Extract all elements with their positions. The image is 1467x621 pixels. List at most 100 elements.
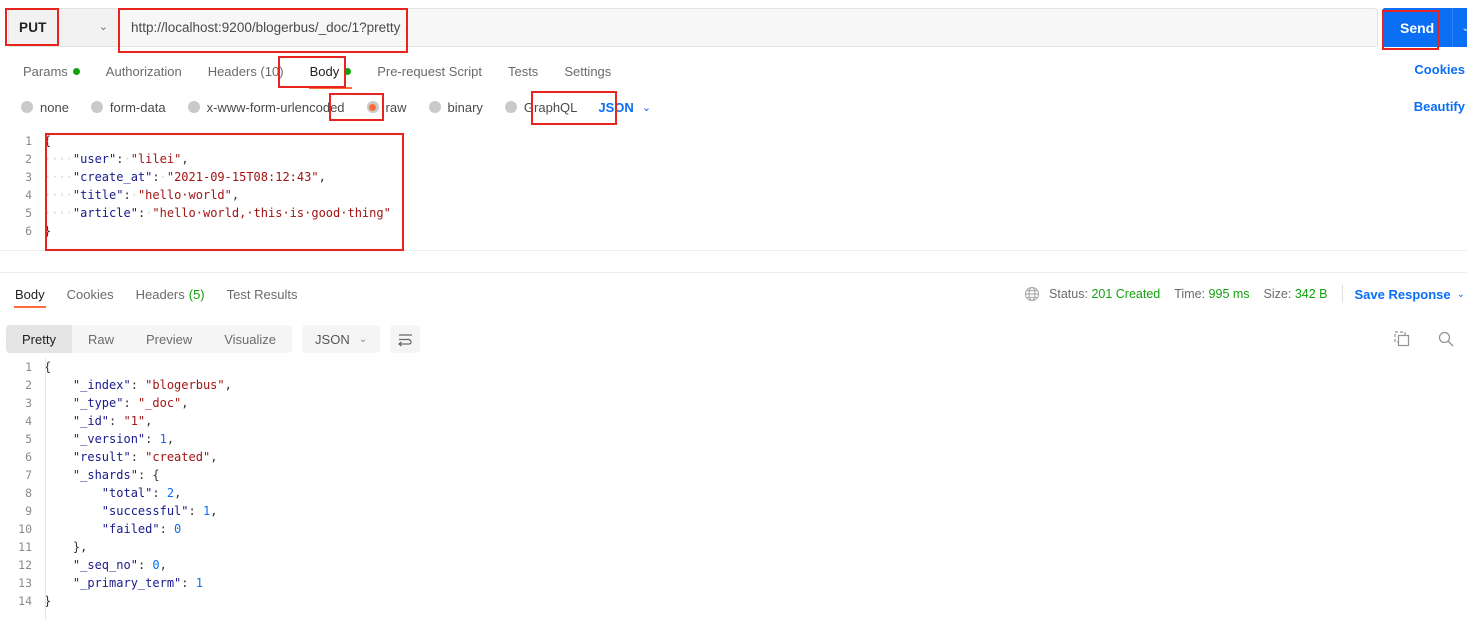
code-line: 5 ····"article":·"hello·world,·this·is·go… bbox=[0, 204, 1467, 222]
copy-icon bbox=[1394, 331, 1410, 347]
radio-none-icon bbox=[21, 101, 33, 113]
body-type-raw[interactable]: raw bbox=[356, 100, 418, 115]
chevron-down-icon: ⌄ bbox=[358, 333, 368, 345]
send-button[interactable]: Send bbox=[1382, 8, 1453, 47]
status-code: Status: 201 Created bbox=[1049, 287, 1160, 301]
code-text: ····"create_at":·"2021-09-15T08:12:43", bbox=[44, 170, 326, 184]
copy-button[interactable] bbox=[1393, 330, 1411, 348]
response-tab-body[interactable]: Body bbox=[4, 280, 56, 308]
view-mode-visualize[interactable]: Visualize bbox=[208, 325, 292, 353]
request-section-divider bbox=[0, 272, 1467, 273]
body-indicator-dot-icon bbox=[344, 67, 352, 75]
url-input[interactable]: http://localhost:9200/blogerbus/_doc/1?p… bbox=[118, 8, 1378, 47]
body-type-none-label: none bbox=[40, 99, 69, 115]
save-response-button[interactable]: Save Response bbox=[1355, 287, 1451, 302]
radio-urlencoded-icon bbox=[187, 101, 200, 113]
code-text: ····"title":·"hello·world", bbox=[44, 188, 240, 202]
code-line: 10 "failed": 0 bbox=[0, 520, 1467, 538]
line-number: 8 bbox=[25, 486, 32, 500]
radio-binary-icon bbox=[428, 101, 441, 113]
send-options-chevron-icon[interactable]: ⌄ bbox=[1452, 8, 1467, 47]
chevron-down-icon: ⌄ bbox=[641, 101, 652, 114]
line-number: 10 bbox=[18, 522, 32, 536]
request-body-editor[interactable]: 1{2 ····"user":·"lilei", 3 ····"create_at":… bbox=[0, 132, 1467, 250]
body-type-form-data-label: form-data bbox=[109, 99, 166, 115]
postman-window: PUT ⌄ http://localhost:9200/blogerbus/_d… bbox=[0, 0, 1467, 621]
body-type-form-data[interactable]: form-data bbox=[80, 100, 177, 115]
tab-headers-label: Headers (10) bbox=[207, 63, 284, 79]
response-format-select[interactable]: JSON ⌄ bbox=[302, 325, 381, 353]
code-line: 8 "total": 2, bbox=[0, 484, 1467, 502]
http-method-select[interactable]: PUT ⌄ bbox=[8, 8, 118, 47]
tab-body[interactable]: Body bbox=[297, 55, 365, 89]
response-view-mode-group: Pretty Raw Preview Visualize bbox=[6, 325, 293, 353]
code-text: "_version": 1, bbox=[72, 432, 175, 446]
time-label: Time: bbox=[1174, 287, 1206, 301]
response-tab-headers[interactable]: Headers (5) bbox=[125, 280, 216, 308]
size-value: 342 B bbox=[1294, 287, 1328, 301]
response-tab-cookies[interactable]: Cookies bbox=[56, 280, 125, 308]
search-icon bbox=[1438, 331, 1454, 347]
wrap-lines-icon bbox=[397, 333, 412, 347]
search-button[interactable] bbox=[1437, 330, 1455, 348]
line-number: 4 bbox=[25, 188, 32, 202]
code-text: }, bbox=[44, 540, 88, 554]
tab-tests[interactable]: Tests bbox=[495, 55, 551, 87]
response-size: Size: 342 B bbox=[1264, 287, 1328, 301]
http-method-value: PUT bbox=[19, 20, 47, 35]
tab-params[interactable]: Params bbox=[10, 55, 93, 87]
line-number: 5 bbox=[25, 206, 32, 220]
response-tab-test-results[interactable]: Test Results bbox=[216, 280, 309, 308]
url-input-value: http://localhost:9200/blogerbus/_doc/1?p… bbox=[131, 20, 401, 35]
line-number: 1 bbox=[25, 134, 32, 148]
line-number: 3 bbox=[25, 396, 32, 410]
code-line: 3 "_type": "_doc", bbox=[0, 394, 1467, 412]
time-value: 995 ms bbox=[1208, 287, 1250, 301]
save-response-chevron-icon[interactable]: ⌄ bbox=[1457, 289, 1465, 300]
line-number: 2 bbox=[25, 152, 32, 166]
response-tab-cookies-label: Cookies bbox=[66, 286, 114, 302]
request-editor-bottom-divider bbox=[0, 250, 1467, 251]
response-body-editor[interactable]: 1{2 "_index": "blogerbus", 3 "_type": "_d… bbox=[0, 358, 1467, 620]
code-text: "successful": 1, bbox=[101, 504, 218, 518]
radio-graphql-icon bbox=[504, 101, 517, 113]
tab-headers[interactable]: Headers (10) bbox=[195, 55, 297, 87]
cookies-link[interactable]: Cookies bbox=[1414, 62, 1465, 77]
request-body-lines: 1{2 ····"user":·"lilei", 3 ····"create_at":… bbox=[0, 132, 1467, 240]
active-tab-underline bbox=[308, 87, 353, 89]
line-number: 2 bbox=[25, 378, 32, 392]
params-indicator-dot-icon bbox=[72, 67, 80, 75]
beautify-link[interactable]: Beautify bbox=[1414, 99, 1465, 114]
status-label: Status: bbox=[1049, 287, 1088, 301]
code-line: 1{ bbox=[0, 358, 1467, 376]
tab-pre-request-script[interactable]: Pre-request Script bbox=[364, 55, 495, 87]
view-mode-raw[interactable]: Raw bbox=[72, 325, 130, 353]
globe-icon bbox=[1024, 286, 1040, 302]
line-number: 7 bbox=[25, 468, 32, 482]
status-value: 201 Created bbox=[1091, 287, 1161, 301]
line-number: 13 bbox=[18, 576, 32, 590]
line-number: 4 bbox=[25, 414, 32, 428]
response-format-value: JSON bbox=[315, 331, 350, 347]
request-tabs: Params Authorization Headers (10) Body P… bbox=[0, 55, 1467, 89]
line-number: 6 bbox=[25, 450, 32, 464]
view-mode-preview[interactable]: Preview bbox=[130, 325, 208, 353]
body-type-binary[interactable]: binary bbox=[418, 100, 494, 115]
code-line: 1{ bbox=[0, 132, 1467, 150]
send-button-group: Send ⌄ bbox=[1382, 8, 1467, 47]
code-line: 6 "result": "created", bbox=[0, 448, 1467, 466]
body-type-none[interactable]: none bbox=[10, 100, 80, 115]
code-line: 7 "_shards": { bbox=[0, 466, 1467, 484]
size-label: Size: bbox=[1263, 287, 1292, 301]
body-type-graphql[interactable]: GraphQL bbox=[494, 100, 588, 115]
code-text: "_shards": { bbox=[72, 468, 160, 482]
body-type-urlencoded[interactable]: x-www-form-urlencoded bbox=[177, 100, 356, 115]
view-mode-pretty[interactable]: Pretty bbox=[6, 325, 72, 353]
wrap-lines-button[interactable] bbox=[390, 325, 421, 353]
radio-form-data-icon bbox=[90, 101, 103, 113]
line-number: 14 bbox=[18, 594, 32, 608]
code-line: 2 "_index": "blogerbus", bbox=[0, 376, 1467, 394]
tab-settings[interactable]: Settings bbox=[551, 55, 624, 87]
body-format-select[interactable]: JSON ⌄ bbox=[598, 100, 651, 115]
tab-authorization[interactable]: Authorization bbox=[93, 55, 195, 87]
